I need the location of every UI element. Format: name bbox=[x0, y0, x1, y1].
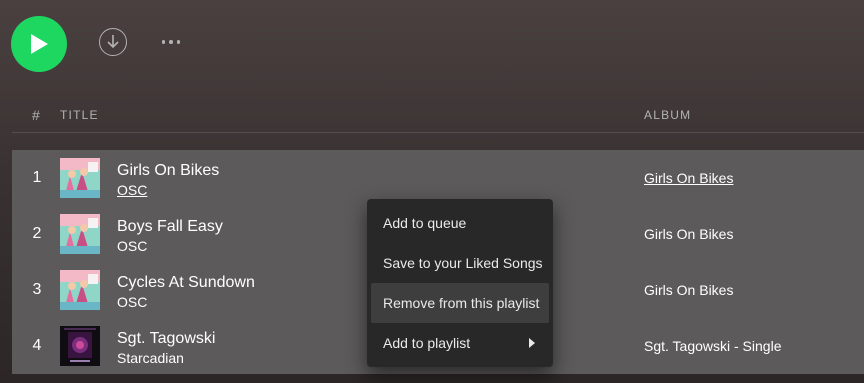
track-table-header: # TITLE ALBUM bbox=[12, 100, 864, 133]
column-title-header[interactable]: TITLE bbox=[60, 108, 99, 122]
track-title[interactable]: Cycles At Sundown bbox=[117, 274, 255, 292]
menu-item-label: Add to playlist bbox=[383, 335, 471, 351]
track-album-link[interactable]: Girls On Bikes bbox=[644, 206, 733, 262]
album-art bbox=[60, 158, 100, 198]
album-art bbox=[60, 270, 100, 310]
play-button[interactable] bbox=[11, 16, 67, 72]
playlist-toolbar bbox=[0, 0, 864, 90]
menu-item-add-to-playlist[interactable]: Add to playlist bbox=[371, 323, 549, 363]
more-horizontal-icon bbox=[161, 40, 166, 44]
track-row[interactable]: 1 Girls On Bikes OSC Girls On Bikes bbox=[12, 150, 864, 206]
track-album-link[interactable]: Girls On Bikes bbox=[644, 150, 733, 206]
track-title[interactable]: Sgt. Tagowski bbox=[117, 330, 215, 348]
play-icon bbox=[31, 34, 48, 54]
menu-item-remove-from-playlist[interactable]: Remove from this playlist bbox=[371, 283, 549, 323]
submenu-caret-icon bbox=[529, 338, 535, 348]
column-number-header: # bbox=[32, 107, 40, 123]
album-art bbox=[60, 214, 100, 254]
track-number: 1 bbox=[32, 169, 42, 186]
track-album-link[interactable]: Sgt. Tagowski - Single bbox=[644, 318, 781, 374]
context-menu: Add to queue Save to your Liked Songs Re… bbox=[367, 199, 553, 367]
download-circle-icon bbox=[107, 35, 119, 49]
track-number: 3 bbox=[32, 281, 42, 298]
track-number: 2 bbox=[32, 225, 42, 242]
column-album-header[interactable]: ALBUM bbox=[644, 108, 691, 122]
track-artist-link[interactable]: OSC bbox=[117, 182, 147, 198]
track-number: 4 bbox=[32, 337, 42, 354]
album-art bbox=[60, 326, 100, 366]
download-button[interactable] bbox=[99, 28, 127, 56]
track-album-link[interactable]: Girls On Bikes bbox=[644, 262, 733, 318]
track-artist-link[interactable]: OSC bbox=[117, 238, 147, 254]
more-options-button[interactable] bbox=[156, 30, 186, 54]
menu-item-save-to-liked-songs[interactable]: Save to your Liked Songs bbox=[371, 243, 549, 283]
track-artist-link[interactable]: OSC bbox=[117, 294, 147, 310]
track-title[interactable]: Girls On Bikes bbox=[117, 162, 219, 180]
track-artist-link[interactable]: Starcadian bbox=[117, 350, 184, 366]
track-title[interactable]: Boys Fall Easy bbox=[117, 218, 223, 236]
menu-item-add-to-queue[interactable]: Add to queue bbox=[371, 203, 549, 243]
